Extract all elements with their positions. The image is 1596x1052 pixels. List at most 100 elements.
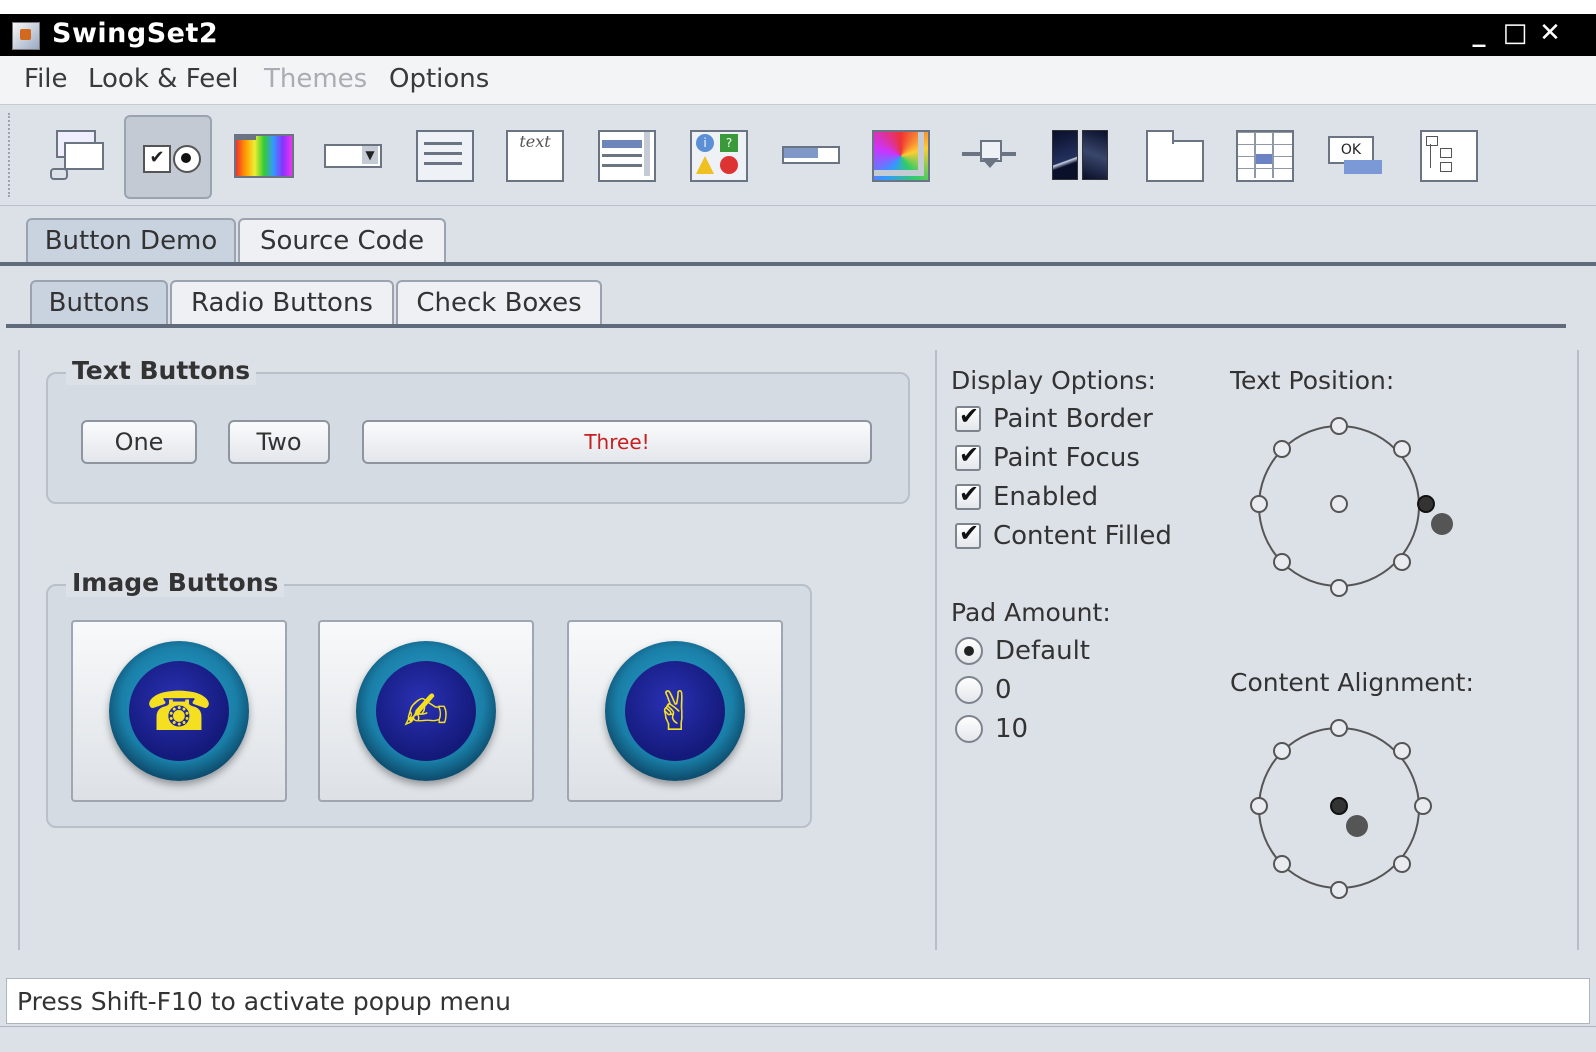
- tab-button-demo[interactable]: Button Demo: [26, 218, 236, 262]
- text-position-east-selected: [1417, 495, 1435, 513]
- scroll-pane-demo-icon: [870, 126, 930, 182]
- slider-demo-icon: [960, 126, 1018, 182]
- text-position-south: [1330, 579, 1348, 597]
- tree-demo-icon: [1418, 126, 1478, 182]
- status-bottom-bar: [0, 1026, 1596, 1052]
- three-button[interactable]: Three!: [362, 420, 872, 464]
- paint-border-checkbox[interactable]: Paint Border: [955, 402, 1153, 436]
- content-alignment-indicator: [1346, 815, 1368, 837]
- content-filled-checkbox[interactable]: Content Filled: [955, 519, 1172, 553]
- toolbar-scroll-pane[interactable]: [864, 119, 934, 189]
- write-pen-icon: ✍: [376, 661, 476, 761]
- pad-10-label: 10: [995, 714, 1029, 744]
- checkbox-checked-icon: [955, 441, 981, 471]
- inner-tab-row: Buttons Radio Buttons Check Boxes: [0, 268, 1596, 330]
- phone-image-button[interactable]: ☎: [71, 620, 287, 802]
- menu-options[interactable]: Options: [389, 64, 489, 94]
- paint-focus-checkbox[interactable]: Paint Focus: [955, 441, 1140, 475]
- tab-check-boxes[interactable]: Check Boxes: [396, 280, 602, 324]
- enabled-checkbox[interactable]: Enabled: [955, 480, 1098, 514]
- telephone-icon: ☎: [129, 661, 229, 761]
- toolbar-color-chooser[interactable]: [226, 119, 296, 189]
- text-position-northwest: [1273, 440, 1291, 458]
- checkbox-checked-icon: [955, 480, 981, 510]
- html-demo-icon: text: [504, 126, 564, 182]
- content-alignment-south: [1330, 881, 1348, 899]
- toolbar-option-pane[interactable]: i ?: [682, 119, 752, 189]
- table-demo-icon: [1234, 126, 1294, 182]
- text-position-indicator: [1431, 513, 1453, 535]
- content-alignment-east: [1414, 797, 1432, 815]
- pad-0-label: 0: [995, 675, 1012, 705]
- list-demo-icon: [596, 126, 656, 182]
- menu-bar: File Look & Feel Themes Options: [0, 56, 1596, 105]
- toolbar-tooltip[interactable]: OK: [1320, 119, 1390, 189]
- tooltip-demo-icon: OK: [1326, 126, 1384, 182]
- tab-source-code[interactable]: Source Code: [238, 218, 446, 262]
- pad-10-radio[interactable]: 10: [955, 712, 1028, 746]
- close-button[interactable]: ✕: [1535, 18, 1565, 48]
- one-button[interactable]: One: [81, 420, 197, 464]
- split-pane-demo-icon: [1050, 126, 1108, 182]
- pad-default-label: Default: [995, 636, 1090, 666]
- radio-unselected-icon: [955, 715, 983, 743]
- toolbar-html[interactable]: text: [498, 119, 568, 189]
- paint-border-label: Paint Border: [993, 404, 1153, 434]
- pad-amount-label: Pad Amount:: [951, 598, 1111, 627]
- demo-toolbar: ✔ ▼ text i ? OK: [0, 105, 1596, 206]
- window-title: SwingSet2: [52, 18, 219, 49]
- maximize-button[interactable]: □: [1500, 18, 1530, 48]
- toolbar-table[interactable]: [1228, 119, 1298, 189]
- status-text: Press Shift-F10 to activate popup menu: [6, 978, 1590, 1024]
- minimize-button[interactable]: _: [1464, 18, 1494, 48]
- toolbar-list[interactable]: [590, 119, 660, 189]
- toolbar-grip[interactable]: [8, 113, 16, 197]
- toolbar-tabbed-pane[interactable]: [1138, 119, 1208, 189]
- toolbar-internal-frame[interactable]: [42, 119, 112, 189]
- pad-0-radio[interactable]: 0: [955, 673, 1012, 707]
- text-position-north: [1330, 417, 1348, 435]
- toolbar-progress-bar[interactable]: [774, 119, 844, 189]
- outer-tab-row: Button Demo Source Code: [0, 206, 1596, 268]
- toolbar-split-pane[interactable]: [1044, 119, 1114, 189]
- toolbar-slider[interactable]: [954, 119, 1024, 189]
- text-buttons-legend: Text Buttons: [66, 356, 257, 385]
- content-filled-label: Content Filled: [993, 521, 1172, 551]
- toolbar-file-chooser[interactable]: [408, 119, 478, 189]
- display-options-label: Display Options:: [951, 366, 1156, 395]
- text-position-west: [1250, 495, 1268, 513]
- toolbar-button-demo[interactable]: ✔: [124, 115, 212, 199]
- toolbar-combobox[interactable]: ▼: [316, 119, 386, 189]
- two-button[interactable]: Two: [228, 420, 330, 464]
- content-alignment-north: [1330, 719, 1348, 737]
- pad-default-radio[interactable]: Default: [955, 634, 1090, 668]
- content-alignment-dial[interactable]: [1220, 690, 1460, 930]
- menu-themes[interactable]: Themes: [264, 64, 367, 94]
- option-pane-demo-icon: i ?: [688, 126, 748, 182]
- title-bar: SwingSet2 _ □ ✕: [0, 14, 1596, 56]
- menu-look-and-feel[interactable]: Look & Feel: [88, 64, 238, 94]
- peace-orb: ✌: [605, 641, 745, 781]
- content-alignment-northeast: [1393, 742, 1411, 760]
- html-demo-text: text: [506, 130, 564, 182]
- toolbar-tree[interactable]: [1412, 119, 1482, 189]
- text-position-dial[interactable]: [1220, 388, 1460, 628]
- menu-file[interactable]: File: [24, 64, 68, 94]
- content-alignment-southeast: [1393, 855, 1411, 873]
- peace-image-button[interactable]: ✌: [567, 620, 783, 802]
- text-position-southwest: [1273, 553, 1291, 571]
- button-demo-icon: ✔: [139, 129, 201, 185]
- tab-buttons[interactable]: Buttons: [30, 280, 168, 324]
- radio-unselected-icon: [955, 676, 983, 704]
- content-alignment-southwest: [1273, 855, 1291, 873]
- phone-orb: ☎: [109, 641, 249, 781]
- text-position-southeast: [1393, 553, 1411, 571]
- text-position-center: [1330, 495, 1348, 513]
- write-orb: ✍: [356, 641, 496, 781]
- checkbox-checked-icon: [955, 519, 981, 549]
- tab-radio-buttons[interactable]: Radio Buttons: [170, 280, 394, 324]
- write-image-button[interactable]: ✍: [318, 620, 534, 802]
- enabled-label: Enabled: [993, 482, 1099, 512]
- peace-hand-icon: ✌: [625, 661, 725, 761]
- content-alignment-northwest: [1273, 742, 1291, 760]
